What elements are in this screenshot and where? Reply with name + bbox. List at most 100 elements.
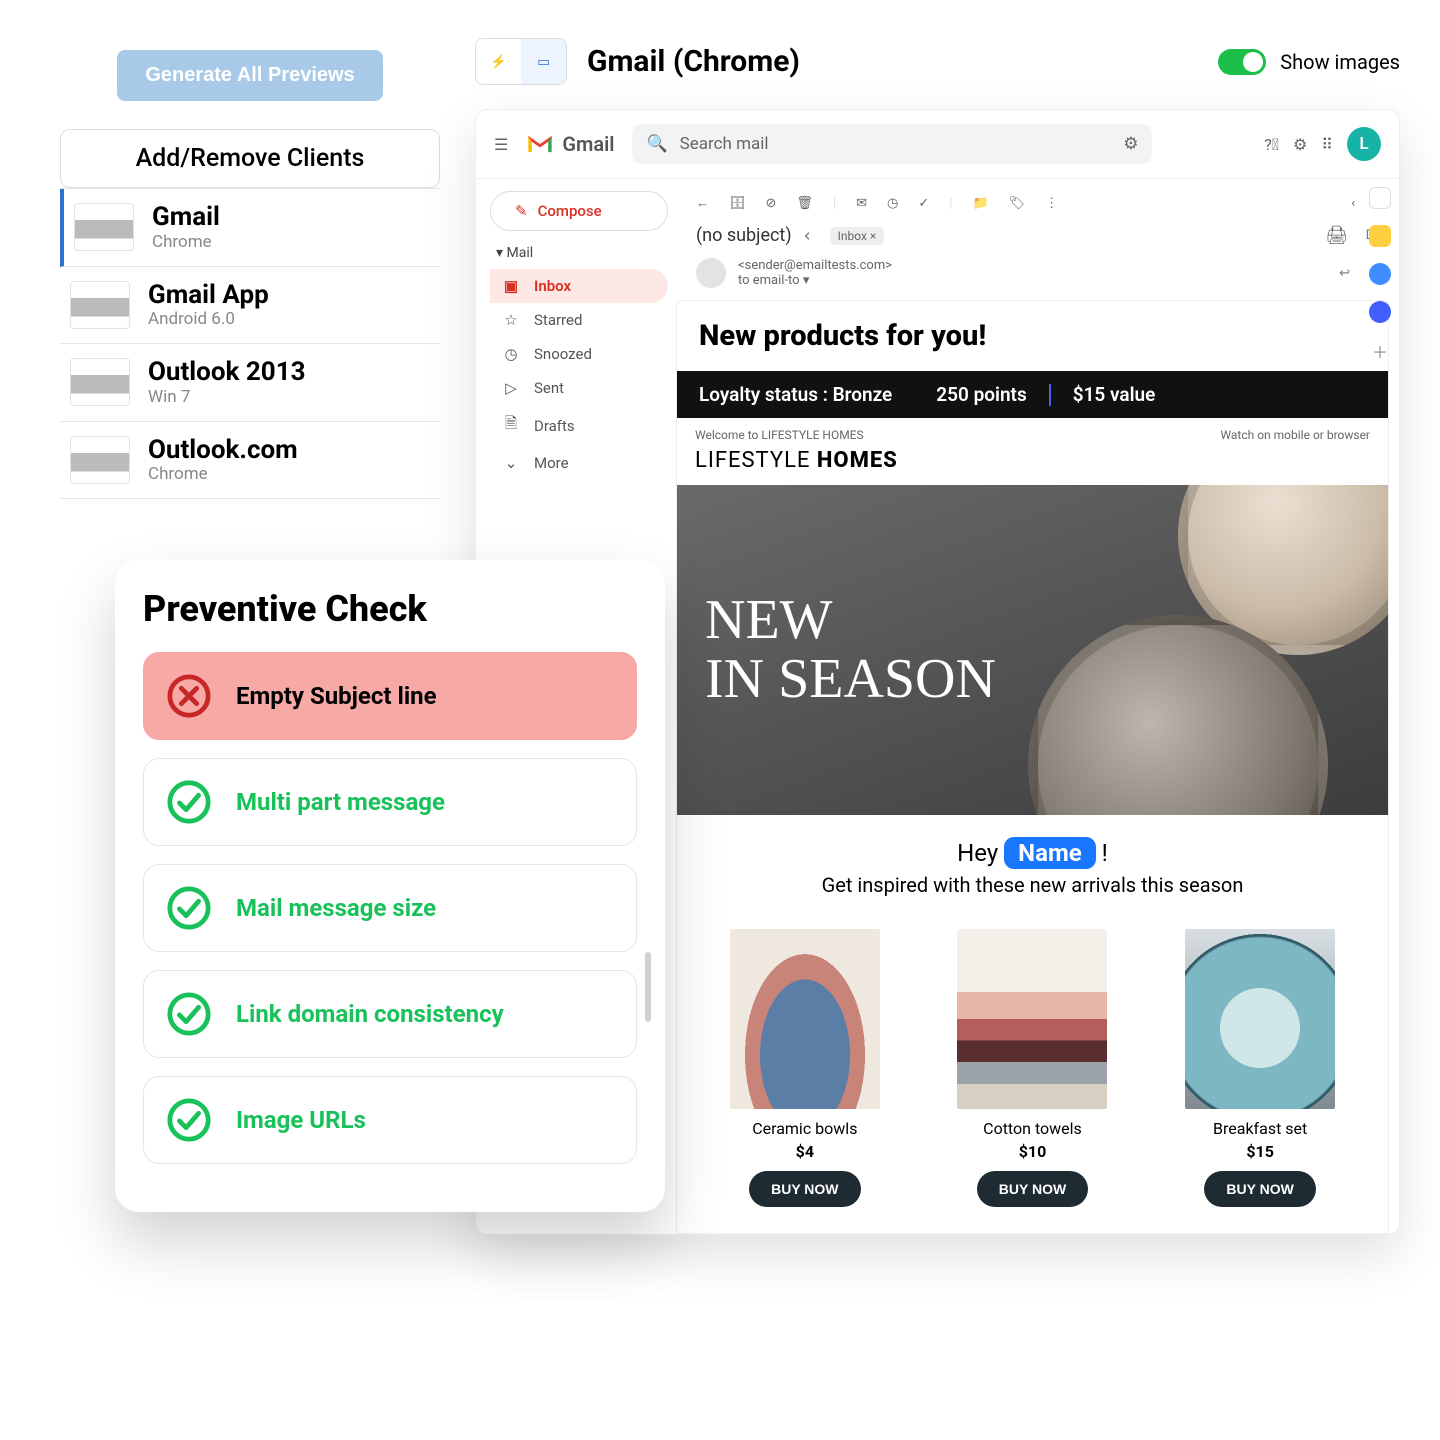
- prev-icon[interactable]: ‹: [1351, 196, 1355, 211]
- menu-icon[interactable]: ☰: [494, 135, 508, 154]
- nav-snoozed[interactable]: ◷Snoozed: [490, 337, 668, 371]
- check-item-ok[interactable]: Image URLs: [143, 1076, 637, 1164]
- label-icon[interactable]: 🏷: [1009, 196, 1026, 211]
- tasks-icon[interactable]: [1369, 263, 1391, 285]
- email-headline: New products for you!: [677, 301, 1388, 371]
- client-item-gmail[interactable]: Gmail Chrome: [60, 189, 440, 267]
- loyalty-bar: Loyalty status : Bronze 250 points $15 v…: [677, 371, 1388, 418]
- client-item-outlook-2013[interactable]: Outlook 2013 Win 7: [60, 344, 440, 422]
- client-thumbnail: [70, 281, 130, 329]
- task-icon[interactable]: ✓: [918, 196, 929, 211]
- delete-icon[interactable]: 🗑: [796, 196, 813, 211]
- client-item-outlook-com[interactable]: Outlook.com Chrome: [60, 422, 440, 500]
- check-item-ok[interactable]: Link domain consistency: [143, 970, 637, 1058]
- spam-icon[interactable]: ⊘: [766, 196, 777, 211]
- gmail-logo: Gmail: [526, 132, 614, 156]
- scrollbar[interactable]: [645, 670, 651, 1182]
- label-chip[interactable]: Inbox ×: [830, 227, 885, 245]
- more-icon[interactable]: ⋮: [1045, 196, 1058, 211]
- search-icon: 🔍: [646, 134, 667, 154]
- move-icon[interactable]: 📁: [972, 196, 988, 211]
- hero-text: NEW IN SEASON: [705, 591, 996, 709]
- client-thumbnail: [70, 358, 130, 406]
- product-image: [730, 929, 880, 1109]
- email-body: New products for you! Loyalty status : B…: [676, 300, 1389, 1234]
- help-icon[interactable]: ?⃝: [1264, 135, 1279, 154]
- sent-icon: ▷: [502, 379, 520, 397]
- client-sub: Chrome: [152, 232, 220, 252]
- compose-button[interactable]: ✎ Compose: [490, 191, 668, 231]
- unread-icon[interactable]: ✉: [856, 196, 867, 211]
- nav-sent[interactable]: ▷Sent: [490, 371, 668, 405]
- star-icon: ☆: [502, 311, 520, 329]
- client-sub: Chrome: [148, 464, 298, 484]
- client-item-gmail-app[interactable]: Gmail App Android 6.0: [60, 267, 440, 345]
- buy-now-button[interactable]: BUY NOW: [977, 1171, 1088, 1207]
- client-sub: Android 6.0: [148, 309, 269, 329]
- account-avatar[interactable]: L: [1347, 127, 1381, 161]
- snooze-icon[interactable]: ◷: [887, 196, 898, 211]
- desktop-mode-button[interactable]: ▭: [521, 39, 566, 84]
- product-price: $4: [725, 1142, 885, 1161]
- check-item-ok[interactable]: Multi part message: [143, 758, 637, 846]
- calendar-icon[interactable]: [1369, 187, 1391, 209]
- add-remove-clients-button[interactable]: Add/Remove Clients: [60, 129, 440, 188]
- watch-link[interactable]: Watch on mobile or browser: [1220, 428, 1370, 442]
- buy-now-button[interactable]: BUY NOW: [1204, 1171, 1315, 1207]
- nav-starred[interactable]: ☆Starred: [490, 303, 668, 337]
- check-item-ok[interactable]: Mail message size: [143, 864, 637, 952]
- product-card: Cotton towels $10 BUY NOW: [952, 929, 1112, 1207]
- email-meta: Welcome to LIFESTYLE HOMES Watch on mobi…: [677, 418, 1388, 442]
- separator: [1049, 384, 1051, 406]
- tune-icon[interactable]: ⚙: [1123, 134, 1138, 154]
- print-icon[interactable]: 🖨: [1325, 225, 1348, 246]
- left-panel: Generate All Previews Add/Remove Clients…: [60, 50, 440, 499]
- product-price: $15: [1180, 1142, 1340, 1161]
- important-icon[interactable]: ⌄: [802, 227, 820, 245]
- client-sub: Win 7: [148, 387, 306, 407]
- inbox-icon: ▣: [502, 277, 520, 295]
- search-placeholder: Search mail: [680, 134, 769, 154]
- message-sender-row: <sender@emailtests.com> to email-to ▾ ↩ …: [676, 252, 1399, 300]
- welcome-text: Welcome to LIFESTYLE HOMES: [695, 428, 864, 442]
- client-thumbnail: [74, 203, 134, 251]
- apps-icon[interactable]: ⠿: [1321, 135, 1333, 154]
- message-subject-row: (no subject) ⌄ Inbox × 🖨 ⧉: [676, 225, 1399, 252]
- keep-icon[interactable]: [1369, 225, 1391, 247]
- error-circle-icon: [166, 673, 212, 719]
- preview-title: Gmail (Chrome): [587, 44, 800, 79]
- show-images-toggle[interactable]: [1218, 49, 1266, 75]
- nav-more[interactable]: ⌄More: [490, 446, 668, 480]
- product-card: Ceramic bowls $4 BUY NOW: [725, 929, 885, 1207]
- nav-inbox[interactable]: ▣Inbox: [490, 269, 668, 303]
- add-icon[interactable]: ＋: [1369, 339, 1391, 363]
- pencil-icon: ✎: [515, 202, 528, 220]
- nav-drafts[interactable]: 🗎Drafts: [490, 405, 668, 446]
- nav-section-mail[interactable]: ▾ Mail: [496, 245, 668, 261]
- reply-icon[interactable]: ↩: [1339, 266, 1350, 281]
- gmail-header-icons: ?⃝ ⚙ ⠿ L: [1264, 127, 1381, 161]
- check-circle-icon: [166, 779, 212, 825]
- buy-now-button[interactable]: BUY NOW: [749, 1171, 860, 1207]
- show-images-control: Show images: [1218, 49, 1400, 75]
- merge-tag-name: Name: [1004, 837, 1096, 869]
- check-circle-icon: [166, 885, 212, 931]
- search-mail-input[interactable]: 🔍 Search mail ⚙: [632, 124, 1152, 164]
- back-icon[interactable]: ←: [696, 195, 709, 211]
- check-item-error[interactable]: Empty Subject line: [143, 652, 637, 740]
- archive-icon[interactable]: 🗄: [729, 196, 746, 211]
- amp-mode-button[interactable]: ⚡: [476, 39, 521, 84]
- contacts-icon[interactable]: [1369, 301, 1391, 323]
- product-card: Breakfast set $15 BUY NOW: [1180, 929, 1340, 1207]
- settings-icon[interactable]: ⚙: [1293, 135, 1307, 154]
- product-name: Cotton towels: [952, 1119, 1112, 1138]
- client-name: Outlook.com: [148, 436, 298, 465]
- client-name: Gmail: [152, 203, 220, 232]
- drafts-icon: 🗎: [502, 413, 520, 438]
- loyalty-points: 250 points: [936, 383, 1026, 406]
- generate-previews-button[interactable]: Generate All Previews: [117, 50, 382, 101]
- right-header: ⚡ ▭ Gmail (Chrome) Show images: [475, 38, 1400, 85]
- client-thumbnail: [70, 436, 130, 484]
- recipient-line[interactable]: to email-to ▾: [738, 273, 892, 288]
- view-mode-group: ⚡ ▭: [475, 38, 567, 85]
